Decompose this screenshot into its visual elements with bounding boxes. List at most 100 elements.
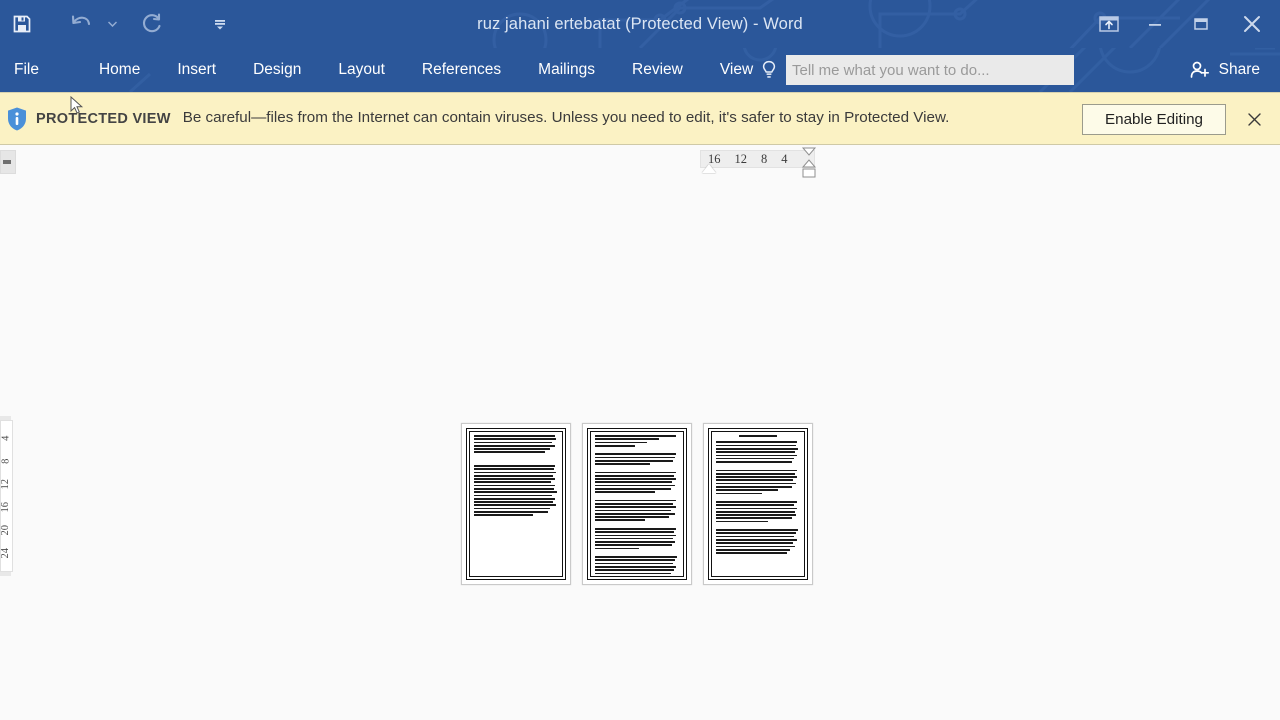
- quick-access-toolbar: [0, 0, 242, 48]
- mouse-cursor: [70, 96, 84, 114]
- hruler-mark-12: 12: [734, 151, 748, 166]
- text-line: [595, 438, 659, 440]
- text-line: [595, 435, 676, 437]
- text-line: [595, 456, 675, 459]
- window-controls: [1086, 0, 1280, 48]
- tab-layout[interactable]: Layout: [325, 48, 398, 92]
- horizontal-ruler[interactable]: 16 12 8 4: [700, 150, 815, 168]
- text-line: [595, 488, 671, 490]
- close-icon[interactable]: [1224, 0, 1280, 48]
- text-line: [716, 500, 797, 503]
- document-workspace[interactable]: 16 12 8 4 4 8 12 16 20 24: [0, 146, 1280, 720]
- share-button[interactable]: Share: [1185, 55, 1266, 85]
- text-line: [595, 569, 674, 571]
- hruler-mark-4: 4: [781, 151, 788, 166]
- page-border-frame: [708, 428, 808, 580]
- tell-me-input[interactable]: [786, 55, 1074, 85]
- text-line: [474, 448, 550, 450]
- text-line: [595, 478, 677, 480]
- save-icon[interactable]: [0, 2, 44, 46]
- page-thumbnails[interactable]: [461, 423, 813, 585]
- left-indent-marker[interactable]: [702, 164, 716, 173]
- ribbon-display-options-icon[interactable]: [1086, 0, 1132, 48]
- text-line: [716, 504, 795, 506]
- text-line: [716, 457, 795, 460]
- text-line: [595, 527, 676, 530]
- vruler-mark-20: 20: [0, 525, 12, 536]
- text-line: [595, 509, 672, 512]
- text-line: [716, 485, 793, 488]
- right-indent-markers[interactable]: [800, 147, 818, 181]
- close-protected-view-bar-icon[interactable]: [1242, 107, 1266, 131]
- tab-design[interactable]: Design: [240, 48, 314, 92]
- tab-mailings[interactable]: Mailings: [525, 48, 608, 92]
- text-line: [474, 488, 554, 490]
- share-person-icon: [1189, 60, 1211, 80]
- text-line: [595, 441, 648, 444]
- text-line: [716, 489, 779, 491]
- info-shield-icon: [0, 106, 34, 132]
- text-line: [716, 507, 798, 510]
- text-line: [716, 451, 795, 453]
- text-line: [595, 516, 669, 518]
- tab-references[interactable]: References: [409, 48, 514, 92]
- text-line: [716, 472, 795, 475]
- text-line: [474, 474, 553, 477]
- page-thumbnail[interactable]: [461, 423, 571, 585]
- text-line: [595, 503, 674, 505]
- restore-icon[interactable]: [1178, 0, 1224, 48]
- text-line: [474, 471, 557, 474]
- tab-view[interactable]: View: [707, 48, 766, 92]
- text-line: [595, 531, 674, 533]
- tell-me-area: [760, 48, 1074, 92]
- vruler-mark-8: 8: [0, 458, 12, 465]
- text-line: [474, 444, 556, 447]
- text-line: [595, 484, 675, 487]
- text-line: [716, 469, 797, 472]
- text-line: [474, 481, 552, 484]
- minimize-icon[interactable]: [1132, 0, 1178, 48]
- tab-file[interactable]: File: [0, 48, 53, 92]
- text-line: [474, 511, 548, 513]
- ribbon-tab-bar: File Home Insert Design Layout Reference…: [0, 48, 1280, 92]
- undo-icon[interactable]: [60, 2, 104, 46]
- ribbon-tabs: File Home Insert Design Layout Reference…: [0, 48, 766, 92]
- text-line: [716, 454, 797, 457]
- text-line: [595, 562, 674, 565]
- vertical-ruler[interactable]: 4 8 12 16 20 24: [0, 420, 13, 572]
- tab-review[interactable]: Review: [619, 48, 696, 92]
- tab-selector-button[interactable]: [0, 150, 16, 174]
- enable-editing-button[interactable]: Enable Editing: [1082, 104, 1226, 135]
- text-line: [595, 541, 675, 543]
- page-thumbnail[interactable]: [582, 423, 692, 585]
- vruler-mark-12: 12: [0, 479, 12, 490]
- page-content: [711, 431, 805, 577]
- text-line: [716, 532, 796, 535]
- text-line: [474, 478, 555, 480]
- text-line: [474, 507, 551, 510]
- page-border-frame: [466, 428, 566, 580]
- undo-dropdown-icon[interactable]: [104, 2, 120, 46]
- vruler-mark-4: 4: [0, 435, 12, 442]
- lightbulb-icon: [760, 59, 778, 81]
- text-line: [595, 519, 646, 522]
- customize-quick-access-toolbar-icon[interactable]: [198, 2, 242, 46]
- page-heading-line: [738, 435, 778, 438]
- page-border-frame: [587, 428, 687, 580]
- page-thumbnail[interactable]: [703, 423, 813, 585]
- redo-icon[interactable]: [130, 2, 174, 46]
- tab-home[interactable]: Home: [86, 48, 153, 92]
- tab-insert[interactable]: Insert: [164, 48, 229, 92]
- text-line: [716, 542, 794, 544]
- text-line: [716, 517, 792, 520]
- vruler-mark-16: 16: [0, 502, 12, 513]
- hruler-mark-8: 8: [761, 151, 768, 166]
- text-line: [716, 552, 787, 554]
- title-bar: ruz jahani ertebatat (Protected View) - …: [0, 0, 1280, 48]
- text-line: [474, 438, 557, 440]
